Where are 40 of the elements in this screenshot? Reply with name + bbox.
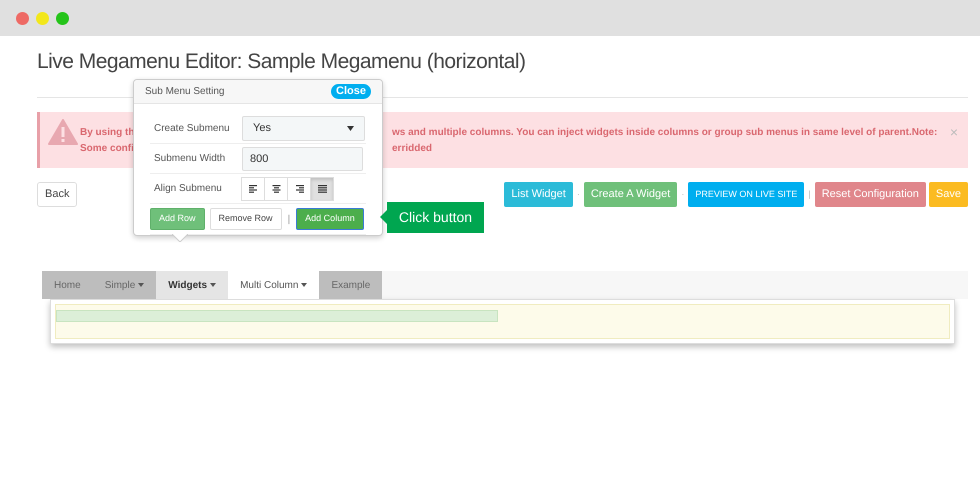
menu-item[interactable]: Multi Column [228,271,320,299]
align-full-icon [318,184,326,192]
align-left-icon [248,184,258,192]
action-button[interactable]: Add Column [296,208,364,230]
action-button[interactable]: Remove Row [210,208,282,230]
action-button[interactable]: Create A Widget [584,182,678,207]
menu-item[interactable]: Home [42,271,93,299]
field-label: Submenu Width [154,152,226,166]
align-center-button[interactable] [264,176,288,200]
separator-text: · [576,188,580,201]
alert-text: ws and multiple columns. You can inject widgets inside columns or group sub menus in same level of parent.Note: [392,126,938,140]
align-right-button[interactable] [287,176,311,200]
field-label: Create Submenu [154,122,231,136]
alert-text: Some confi [80,142,134,156]
menu-item[interactable]: Simple [92,271,156,299]
action-button[interactable]: List Widget [504,182,573,207]
submenu-select[interactable]: Yes [242,116,365,141]
caret-icon [347,126,354,131]
align-left-button[interactable] [241,176,265,200]
callout-text: Click button [398,208,472,227]
align-center-icon [272,184,280,192]
alert-text: erridded [392,142,432,156]
separator-text: | [288,212,290,226]
width-input[interactable]: 800 [242,146,363,170]
menu-item[interactable]: Widgets [156,271,228,299]
back-button[interactable]: Back [37,182,78,207]
align-full-button[interactable] [310,176,334,200]
popover-title: Sub Menu Setting [145,85,224,99]
align-right-icon [294,184,304,192]
action-button[interactable]: PREVIEW ON LIVE SITE [688,182,804,207]
menu-item[interactable]: Example [319,271,382,299]
field-label: Align Submenu [154,182,223,196]
separator-text: | [808,188,811,201]
action-button[interactable]: Add Row [150,208,205,230]
warning-icon [48,119,78,145]
action-button[interactable]: Reset Configuration [814,182,926,207]
close-button[interactable]: × [950,122,958,143]
separator-text: · [681,188,684,201]
action-button[interactable]: Save [928,182,968,207]
close-button[interactable]: Close [331,84,371,99]
